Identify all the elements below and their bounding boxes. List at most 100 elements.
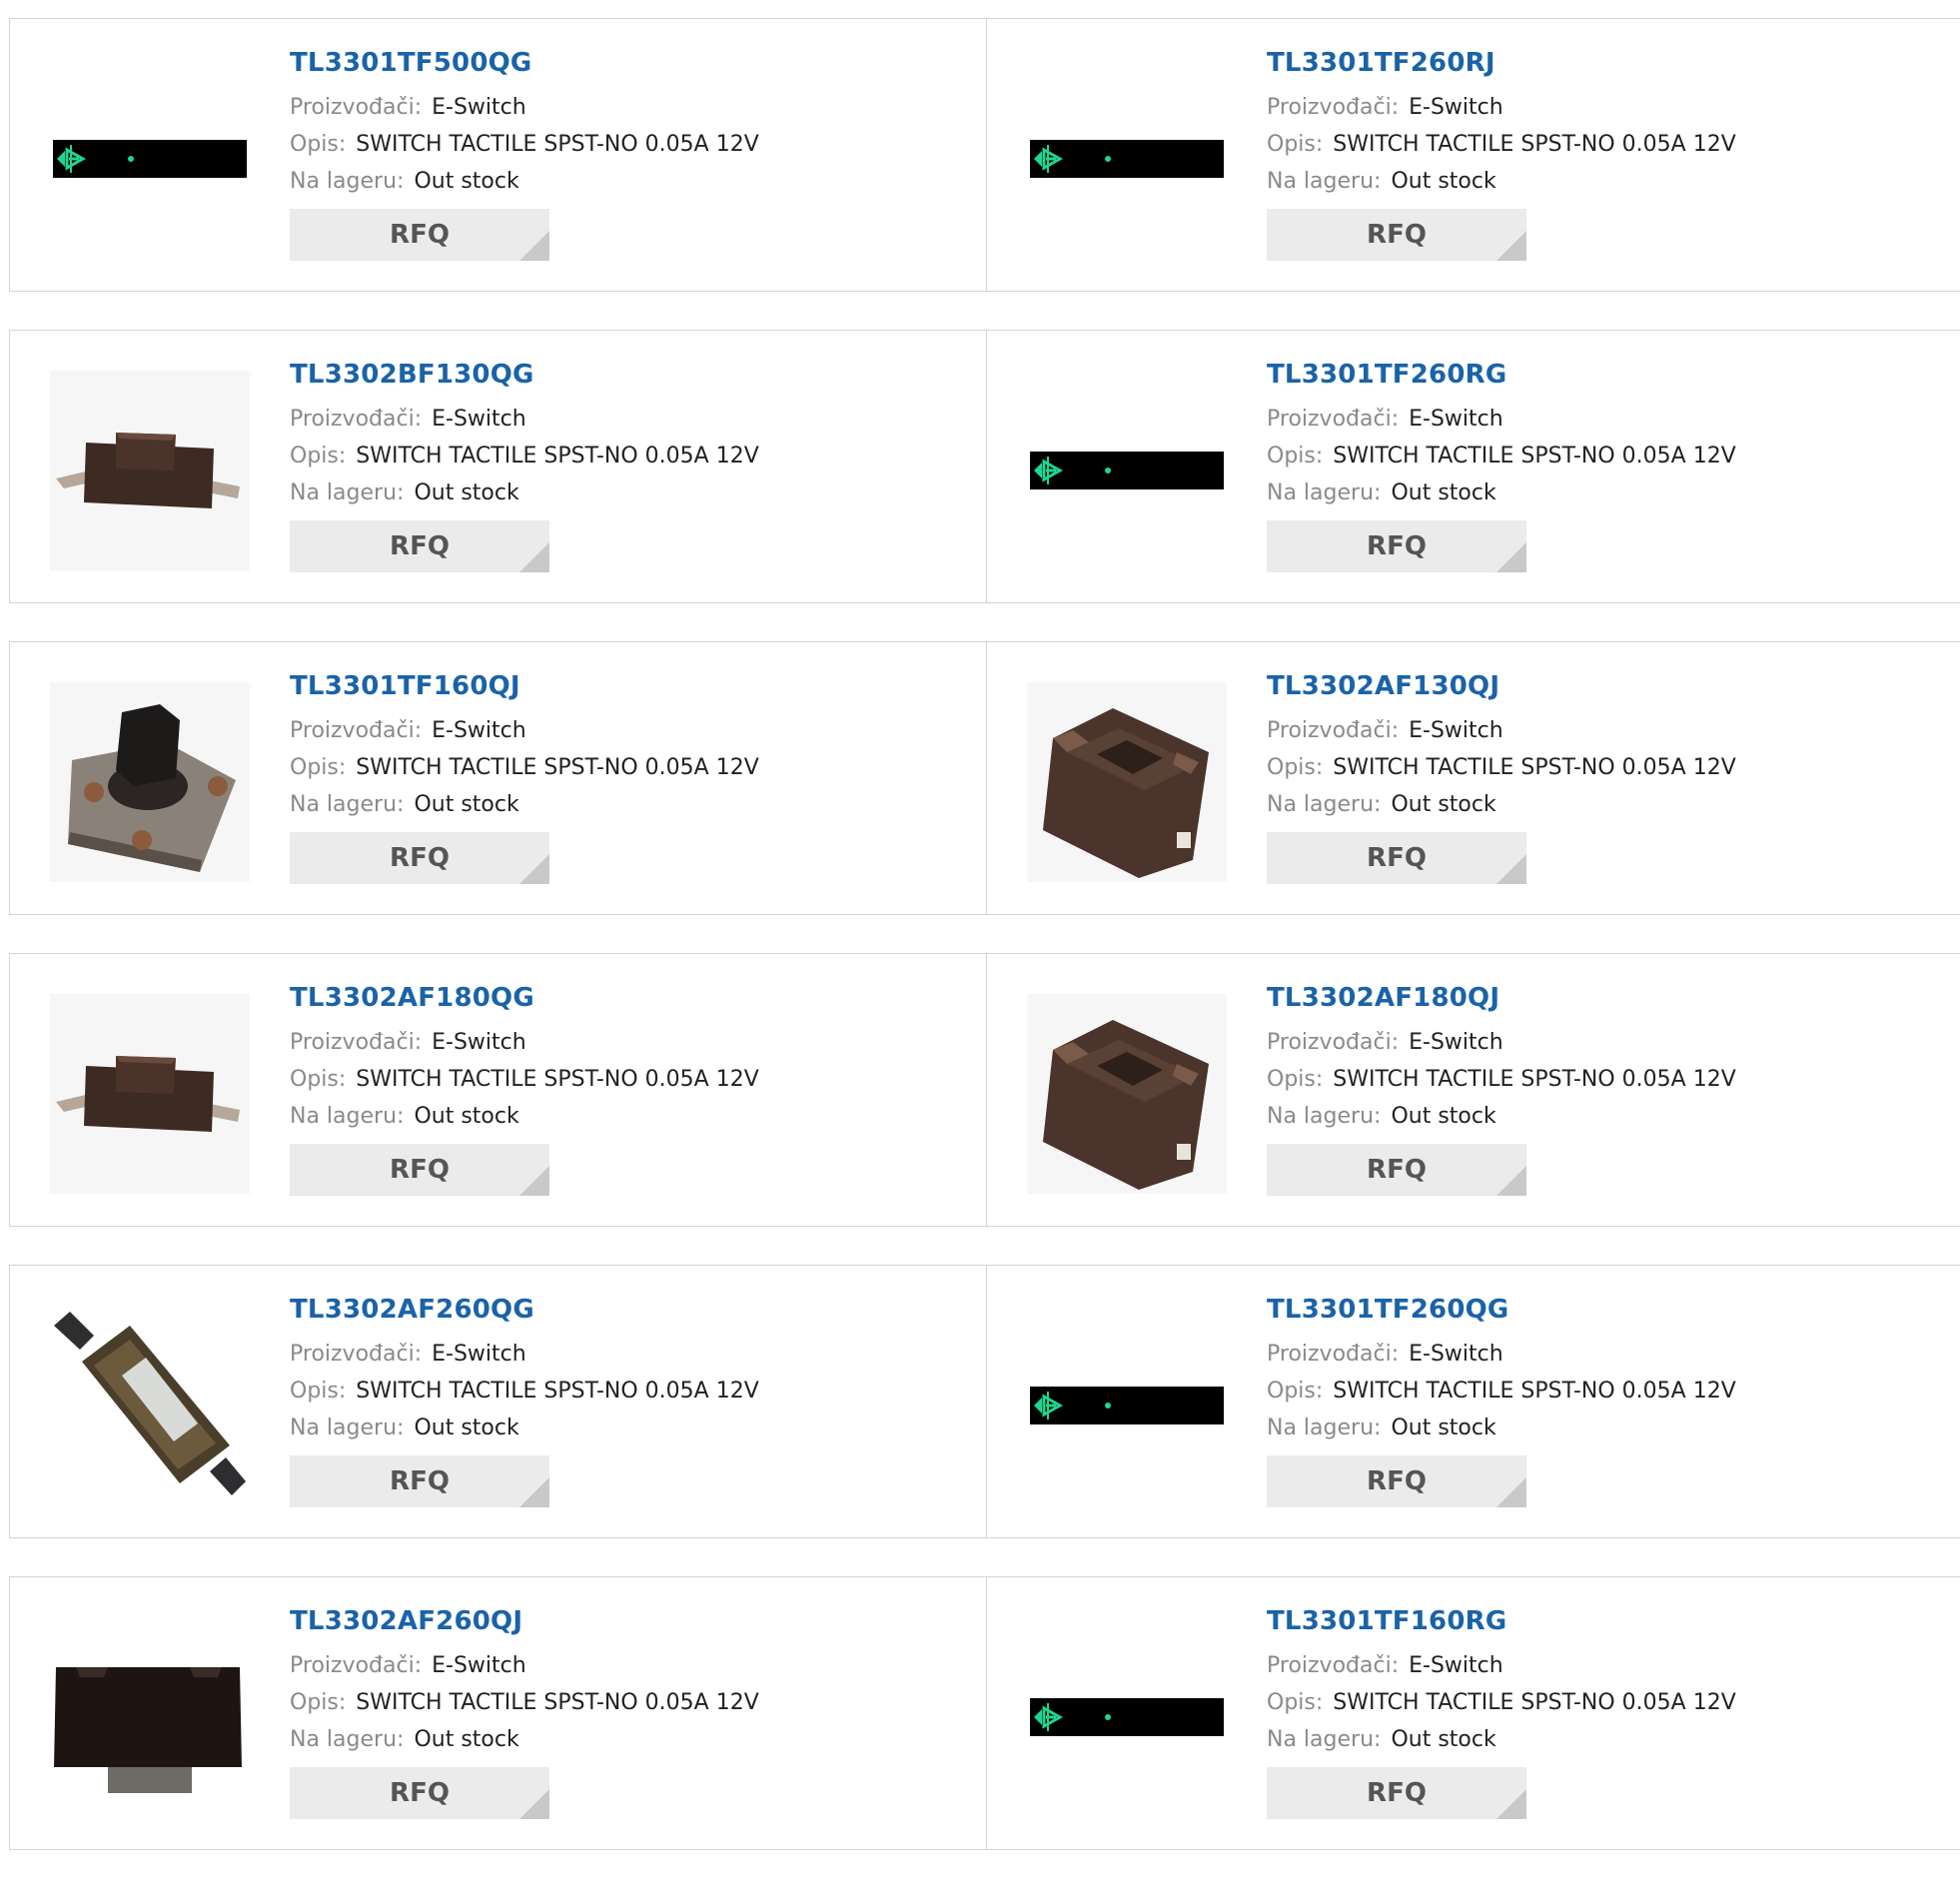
part-number-link[interactable]: TL3301TF260QG <box>1267 1294 1950 1326</box>
rfq-button[interactable]: RFQ <box>1267 1455 1526 1507</box>
stock-label: Na lageru: <box>1267 480 1382 505</box>
product-info: TL3301TF260QG Proizvođači: E-Switch Opis: SW… <box>1267 1294 1950 1507</box>
part-number-link[interactable]: TL3301TF260RJ <box>1267 47 1950 79</box>
product-image[interactable] <box>50 1306 250 1505</box>
manufacturer-row: Proizvođači: E-Switch <box>1267 94 1950 122</box>
product-card: TL3301TF260RG Proizvođači: E-Switch Opis: SW… <box>987 331 1960 602</box>
description-value: SWITCH TACTILE SPST-NO 0.05A 12V <box>1333 132 1736 157</box>
rfq-label: RFQ <box>390 1155 450 1185</box>
product-grid: TL3301TF500QG Proizvođači: E-Switch Opis: SW… <box>9 18 1960 1888</box>
manufacturer-value: E-Switch <box>432 1030 526 1055</box>
part-number-link[interactable]: TL3302AF180QG <box>290 982 976 1014</box>
product-image[interactable] <box>50 59 250 259</box>
description-row: Opis: SWITCH TACTILE SPST-NO 0.05A 12V <box>290 1066 976 1094</box>
stock-label: Na lageru: <box>290 480 405 505</box>
stock-value: Out stock <box>414 1727 519 1752</box>
product-image[interactable] <box>50 1617 250 1817</box>
rfq-button[interactable]: RFQ <box>290 520 549 572</box>
stock-label: Na lageru: <box>290 169 405 194</box>
product-image[interactable] <box>1027 1306 1227 1505</box>
rfq-button[interactable]: RFQ <box>290 1144 549 1196</box>
corner-fold-icon <box>1496 542 1526 572</box>
rfq-button[interactable]: RFQ <box>290 1455 549 1507</box>
description-value: SWITCH TACTILE SPST-NO 0.05A 12V <box>1333 444 1736 469</box>
description-label: Opis: <box>1267 1067 1324 1092</box>
manufacturer-value: E-Switch <box>1409 407 1503 432</box>
part-number-link[interactable]: TL3301TF160QJ <box>290 670 976 702</box>
corner-fold-icon <box>1496 854 1526 884</box>
stock-row: Na lageru: Out stock <box>290 168 976 196</box>
description-value: SWITCH TACTILE SPST-NO 0.05A 12V <box>356 1690 759 1715</box>
part-number-link[interactable]: TL3301TF160RG <box>1267 1605 1950 1637</box>
stock-label: Na lageru: <box>1267 1727 1382 1752</box>
stock-label: Na lageru: <box>1267 1416 1382 1440</box>
stock-value: Out stock <box>1391 480 1496 505</box>
rfq-button[interactable]: RFQ <box>1267 1767 1526 1819</box>
part-number-link[interactable]: TL3301TF500QG <box>290 47 976 79</box>
description-value: SWITCH TACTILE SPST-NO 0.05A 12V <box>1333 1690 1736 1715</box>
product-image[interactable] <box>50 682 250 882</box>
product-info: TL3302AF180QJ Proizvođači: E-Switch Opis: SW… <box>1267 982 1950 1196</box>
product-image[interactable] <box>1027 682 1227 882</box>
stock-row: Na lageru: Out stock <box>290 791 976 819</box>
product-card: TL3301TF260QG Proizvođači: E-Switch Opis: SW… <box>987 1266 1960 1537</box>
rfq-button[interactable]: RFQ <box>1267 1144 1526 1196</box>
part-number-link[interactable]: TL3302AF130QJ <box>1267 670 1950 702</box>
part-number-link[interactable]: TL3302BF130QG <box>290 359 976 391</box>
stock-value: Out stock <box>414 169 519 194</box>
manufacturer-row: Proizvođači: E-Switch <box>1267 1652 1950 1680</box>
stock-label: Na lageru: <box>290 792 405 817</box>
description-row: Opis: SWITCH TACTILE SPST-NO 0.05A 12V <box>1267 1066 1950 1094</box>
manufacturer-row: Proizvođači: E-Switch <box>1267 717 1950 745</box>
part-number-link[interactable]: TL3302AF260QJ <box>290 1605 976 1637</box>
rfq-label: RFQ <box>1367 1778 1427 1808</box>
stock-row: Na lageru: Out stock <box>1267 168 1950 196</box>
corner-fold-icon <box>519 1166 549 1196</box>
stock-row: Na lageru: Out stock <box>290 1726 976 1754</box>
manufacturer-label: Proizvođači: <box>290 95 423 120</box>
stock-label: Na lageru: <box>290 1416 405 1440</box>
rfq-label: RFQ <box>1367 531 1427 561</box>
stock-label: Na lageru: <box>290 1104 405 1129</box>
manufacturer-row: Proizvođači: E-Switch <box>290 94 976 122</box>
stock-row: Na lageru: Out stock <box>290 1415 976 1442</box>
product-row: TL3301TF160QJ Proizvođači: E-Switch Opis: SW… <box>9 641 1960 915</box>
part-number-link[interactable]: TL3301TF260RG <box>1267 359 1950 391</box>
product-image[interactable] <box>1027 994 1227 1194</box>
stock-value: Out stock <box>414 1416 519 1440</box>
corner-fold-icon <box>1496 1789 1526 1819</box>
rfq-button[interactable]: RFQ <box>1267 209 1526 261</box>
product-row: TL3302AF260QJ Proizvođači: E-Switch Opis: SW… <box>9 1576 1960 1850</box>
description-row: Opis: SWITCH TACTILE SPST-NO 0.05A 12V <box>290 1689 976 1717</box>
manufacturer-value: E-Switch <box>1409 1653 1503 1678</box>
rfq-button[interactable]: RFQ <box>1267 832 1526 884</box>
rfq-label: RFQ <box>390 1778 450 1808</box>
rfq-button[interactable]: RFQ <box>290 832 549 884</box>
part-number-link[interactable]: TL3302AF180QJ <box>1267 982 1950 1014</box>
part-number-link[interactable]: TL3302AF260QG <box>290 1294 976 1326</box>
corner-fold-icon <box>1496 231 1526 261</box>
product-image[interactable] <box>50 371 250 570</box>
description-label: Opis: <box>1267 444 1324 469</box>
product-image[interactable] <box>1027 1617 1227 1817</box>
product-image[interactable] <box>1027 371 1227 570</box>
product-image[interactable] <box>50 994 250 1194</box>
rfq-button[interactable]: RFQ <box>1267 520 1526 572</box>
product-info: TL3302BF130QG Proizvođači: E-Switch Opis: SW… <box>290 359 976 572</box>
product-info: TL3301TF260RJ Proizvođači: E-Switch Opis: SW… <box>1267 47 1950 261</box>
product-row: TL3301TF500QG Proizvođači: E-Switch Opis: SW… <box>9 18 1960 292</box>
manufacturer-value: E-Switch <box>1409 718 1503 743</box>
rfq-label: RFQ <box>390 531 450 561</box>
description-label: Opis: <box>1267 132 1324 157</box>
description-row: Opis: SWITCH TACTILE SPST-NO 0.05A 12V <box>1267 754 1950 782</box>
corner-fold-icon <box>1496 1477 1526 1507</box>
stock-value: Out stock <box>1391 1104 1496 1129</box>
description-value: SWITCH TACTILE SPST-NO 0.05A 12V <box>356 132 759 157</box>
rfq-button[interactable]: RFQ <box>290 1767 549 1819</box>
product-card: TL3301TF260RJ Proizvođači: E-Switch Opis: SW… <box>987 19 1960 291</box>
stock-value: Out stock <box>414 1104 519 1129</box>
description-label: Opis: <box>290 755 347 780</box>
stock-row: Na lageru: Out stock <box>1267 1415 1950 1442</box>
rfq-button[interactable]: RFQ <box>290 209 549 261</box>
product-image[interactable] <box>1027 59 1227 259</box>
